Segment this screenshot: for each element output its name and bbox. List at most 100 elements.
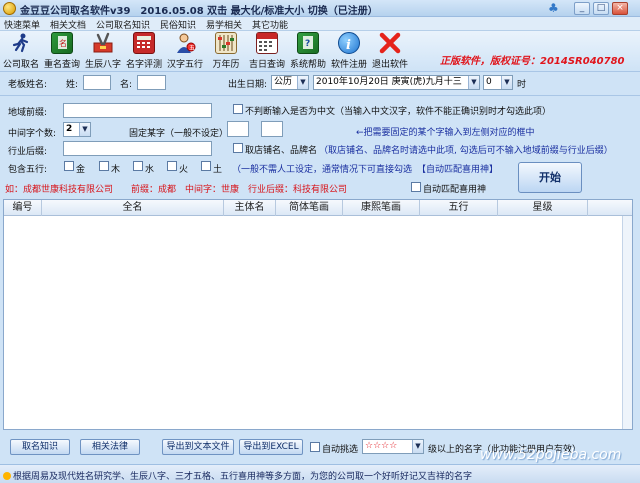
tool-auspicious-day[interactable]: 吉日查询 [247, 32, 287, 70]
tool-duplicate-query[interactable]: 名 重名查询 [42, 32, 82, 70]
no-chinese-check-checkbox[interactable] [233, 104, 243, 114]
menu-quick[interactable]: 快速菜单 [4, 18, 40, 31]
wuxing-label: 包含五行: [8, 165, 48, 175]
column-header-stars[interactable]: 星级 [498, 200, 588, 216]
auto-pick-label: 自动挑选 [322, 445, 359, 455]
tool-bazi[interactable]: 生辰八字 [83, 32, 123, 70]
wuxing-metal-checkbox[interactable] [64, 161, 74, 171]
calendar-type-value: 公历 [274, 77, 293, 87]
tool-char-wuxing[interactable]: 五 汉字五行 [165, 32, 205, 70]
status-text-wrap: 根据周易及现代姓名研究学、生辰八字、三才五格、五行喜用神等多方面，为您的公司取一… [3, 469, 472, 482]
status-text: 根据周易及现代姓名研究学、生辰八字、三才五格、五行喜用神等多方面，为您的公司取一… [13, 472, 473, 482]
chevron-down-icon: ▼ [501, 76, 512, 89]
runner-icon [10, 32, 32, 54]
hour-unit-label: 时 [517, 80, 527, 90]
tools-icon [92, 32, 114, 54]
fixed-char-2-input[interactable] [261, 121, 283, 137]
results-table[interactable]: 编号 全名 主体名 简体笔画 康熙笔画 五行 星级 [3, 199, 633, 430]
wuxing-earth-label: 土 [213, 165, 223, 175]
vertical-scrollbar[interactable] [622, 216, 632, 429]
related-law-button[interactable]: 相关法律 [80, 439, 140, 455]
tool-register[interactable]: i 软件注册 [329, 32, 369, 70]
info-icon: i [338, 32, 360, 54]
wuxing-water-label: 水 [145, 165, 155, 175]
book-icon: 名 [51, 32, 73, 54]
app-icon [3, 2, 16, 15]
region-prefix-label: 地域前缀: [8, 108, 48, 118]
calendar-icon [256, 32, 278, 54]
surname-label: 姓: [66, 80, 79, 90]
tool-perpetual-calendar[interactable]: 万年历 [206, 32, 246, 70]
auto-match-label: 自动匹配喜用神 [423, 185, 487, 195]
tool-label: 软件注册 [330, 60, 367, 70]
column-header-main-name[interactable]: 主体名 [224, 200, 276, 216]
industry-suffix-input[interactable] [63, 141, 212, 156]
divider [0, 95, 640, 96]
wuxing-earth-checkbox[interactable] [201, 161, 211, 171]
wuxing-wood-checkbox[interactable] [99, 161, 109, 171]
middle-count-label: 中间字个数: [8, 129, 57, 139]
star-level-select[interactable]: ☆☆☆☆ ▼ [362, 439, 424, 454]
exit-icon [379, 32, 401, 54]
close-button[interactable]: × [612, 2, 628, 15]
tool-label: 万年历 [212, 60, 240, 70]
birth-date-value: 2010年10月20日 庚寅(虎)九月十三 [316, 77, 462, 87]
column-header-fullname[interactable]: 全名 [42, 200, 224, 216]
tool-help[interactable]: ? 系统帮助 [288, 32, 328, 70]
chevron-down-icon: ▼ [297, 76, 308, 89]
toolbar: 公司取名 名 重名查询 生辰八字 名字评测 五 汉字五行 万年历 吉日查询 ? … [0, 31, 640, 72]
menu-other[interactable]: 其它功能 [252, 18, 288, 31]
watermark-text: www.52pojieba.com [480, 447, 622, 463]
column-header-simplified-strokes[interactable]: 简体笔画 [276, 200, 343, 216]
maximize-button[interactable]: □ [593, 2, 609, 15]
column-header-id[interactable]: 编号 [4, 200, 42, 216]
auto-pick-checkbox[interactable] [310, 442, 320, 452]
tool-label: 吉日查询 [248, 60, 285, 70]
region-prefix-input[interactable] [63, 103, 212, 118]
middle-count-select[interactable]: 2 ▼ [63, 122, 91, 137]
pin-icon[interactable]: ♣ [548, 1, 562, 16]
minimize-button[interactable]: _ [574, 2, 590, 15]
birth-date-label: 出生日期: [228, 80, 268, 90]
menu-yi[interactable]: 易学相关 [206, 18, 242, 31]
svg-text:五: 五 [189, 45, 195, 52]
surname-input[interactable] [83, 75, 111, 90]
birth-date-picker[interactable]: 2010年10月20日 庚寅(虎)九月十三 ▼ [313, 75, 480, 90]
table-header: 编号 全名 主体名 简体笔画 康熙笔画 五行 星级 [4, 200, 632, 216]
boss-name-label: 老板姓名: [8, 80, 48, 90]
svg-text:?: ? [305, 39, 310, 49]
column-header-wuxing[interactable]: 五行 [420, 200, 498, 216]
export-excel-button[interactable]: 导出到EXCEL [239, 439, 303, 455]
menu-docs[interactable]: 相关文档 [50, 18, 86, 31]
wuxing-metal-label: 金 [76, 165, 86, 175]
menu-naming-knowledge[interactable]: 公司取名知识 [96, 18, 150, 31]
birth-hour-select[interactable]: 0 ▼ [483, 75, 513, 90]
menu-folk[interactable]: 民俗知识 [160, 18, 196, 31]
tool-name-evaluation[interactable]: 名字评测 [124, 32, 164, 70]
given-name-input[interactable] [137, 75, 166, 90]
start-button[interactable]: 开始 [518, 162, 582, 193]
industry-suffix-label: 行业后缀: [8, 147, 48, 157]
tool-company-naming[interactable]: 公司取名 [1, 32, 41, 70]
calendar-type-select[interactable]: 公历 ▼ [271, 75, 309, 90]
tool-label: 汉字五行 [166, 60, 203, 70]
svg-text:名: 名 [59, 38, 67, 48]
help-book-icon: ? [297, 32, 319, 54]
brand-name-checkbox[interactable] [233, 143, 243, 153]
tool-label: 退出软件 [371, 60, 408, 70]
export-text-button[interactable]: 导出到文本文件 [162, 439, 234, 455]
tool-exit[interactable]: 退出软件 [370, 32, 410, 70]
tool-label: 重名查询 [43, 60, 80, 70]
tool-label: 系统帮助 [289, 60, 326, 70]
column-header-kangxi-strokes[interactable]: 康熙笔画 [343, 200, 420, 216]
wuxing-wood-label: 木 [111, 165, 121, 175]
title-bar: 金豆豆公司取名软件v39 2016.05.08 双击 最大化/标准大小 切换（已… [0, 0, 640, 17]
auto-match-checkbox[interactable] [411, 182, 421, 192]
wuxing-water-checkbox[interactable] [133, 161, 143, 171]
brand-name-hint: （取店铺名、品牌名时请选中此项, 勾选后可不输入地域前缀与行业后缀） [319, 146, 613, 156]
wuxing-fire-checkbox[interactable] [167, 161, 177, 171]
naming-knowledge-button[interactable]: 取名知识 [10, 439, 70, 455]
fixed-char-1-input[interactable] [227, 121, 249, 137]
chevron-down-icon: ▼ [468, 76, 479, 89]
status-icon [3, 472, 11, 480]
